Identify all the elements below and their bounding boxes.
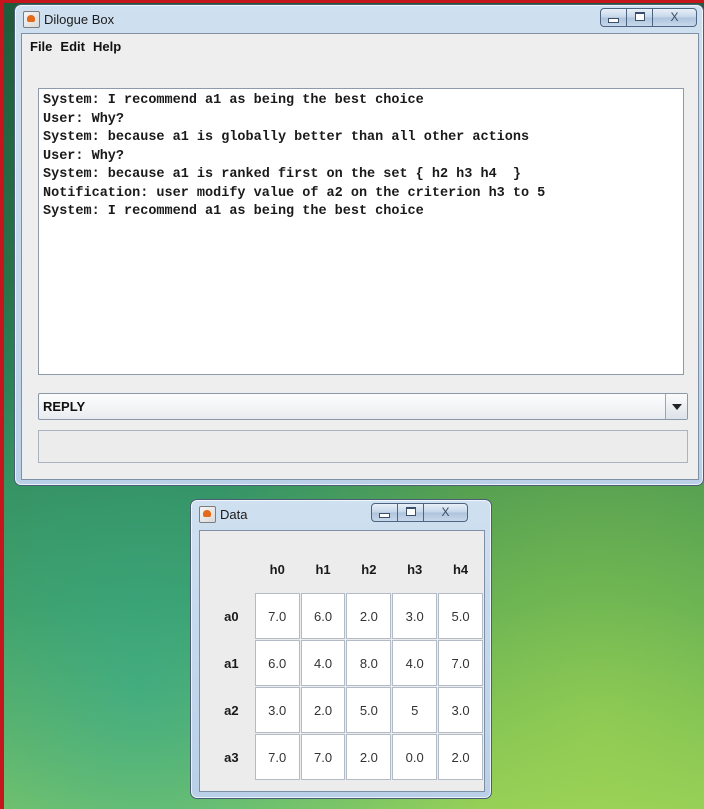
dropdown-arrow-icon[interactable] <box>665 394 687 419</box>
column-header: h3 <box>407 561 423 577</box>
reply-selected-value: REPLY <box>43 399 86 414</box>
reply-input-field[interactable] <box>38 430 688 463</box>
table-cell[interactable]: 7.0 <box>438 640 483 686</box>
table-cell[interactable]: 7.0 <box>254 734 300 780</box>
transcript-line: System: I recommend a1 as being the best… <box>43 93 424 108</box>
table-cell[interactable]: 2.0 <box>346 734 392 780</box>
transcript-line: System: because a1 is ranked first on th… <box>43 167 521 182</box>
title-bar[interactable]: Dilogue Box X <box>15 5 703 33</box>
data-client-area: h0 h1 h2 h3 h4 a0 7.0 6.0 2.0 3.0 5.0 a1… <box>199 530 485 792</box>
close-icon: X <box>670 10 679 24</box>
menu-help[interactable]: Help <box>89 39 125 54</box>
table-cell[interactable]: 7.0 <box>300 734 346 780</box>
table-cell[interactable]: 8.0 <box>346 640 392 686</box>
table-cell[interactable]: 4.0 <box>300 640 346 686</box>
minimize-icon <box>379 513 390 518</box>
dialogue-client-area: File Edit Help System: I recommend a1 as… <box>21 33 699 480</box>
table-corner <box>209 546 254 592</box>
column-header: h4 <box>452 561 469 577</box>
close-icon: X <box>441 505 450 519</box>
maximize-icon <box>634 12 645 21</box>
column-header: h1 <box>315 561 331 577</box>
table-cell[interactable]: 4.0 <box>392 640 438 686</box>
table-row: a3 7.0 7.0 2.0 0.0 2.0 <box>209 734 483 780</box>
title-bar[interactable]: Data X <box>191 500 491 528</box>
minimize-button[interactable] <box>600 8 627 27</box>
close-button[interactable]: X <box>653 8 697 27</box>
close-button[interactable]: X <box>424 503 468 522</box>
window-controls: X <box>371 503 468 522</box>
window-title: Dilogue Box <box>44 12 115 27</box>
maximize-button[interactable] <box>627 8 653 27</box>
table-cell[interactable]: 5 <box>392 687 438 733</box>
row-header: a2 <box>224 702 239 718</box>
window-title: Data <box>220 507 248 522</box>
menu-edit[interactable]: Edit <box>56 39 89 54</box>
table-cell[interactable]: 2.0 <box>438 734 483 780</box>
row-header: a3 <box>224 749 239 765</box>
menu-bar: File Edit Help <box>22 34 125 58</box>
minimize-icon <box>608 18 619 23</box>
transcript-line: Notification: user modify value of a2 on… <box>43 185 546 201</box>
table-cell[interactable]: 6.0 <box>254 640 300 686</box>
window-controls: X <box>600 8 697 27</box>
maximize-button[interactable] <box>398 503 424 522</box>
table-cell[interactable]: 2.0 <box>300 687 346 733</box>
table-row: a1 6.0 4.0 8.0 4.0 7.0 <box>209 640 483 686</box>
table-cell[interactable]: 3.0 <box>254 687 300 733</box>
transcript-line: System: I recommend a1 as being the best… <box>43 204 424 219</box>
dialogue-window: Dilogue Box X File Edit Help System: I r… <box>14 4 704 486</box>
table-row: a2 3.0 2.0 5.0 5 3.0 <box>209 687 483 733</box>
transcript-line: User: Why? <box>43 111 125 127</box>
table-cell[interactable]: 0.0 <box>392 734 438 780</box>
table-cell[interactable]: 2.0 <box>346 593 392 639</box>
table-cell[interactable]: 5.0 <box>438 593 483 639</box>
maximize-icon <box>405 507 416 516</box>
column-header: h0 <box>269 561 285 577</box>
transcript-area[interactable]: System: I recommend a1 as being the best… <box>38 88 684 375</box>
red-border-top <box>0 0 704 3</box>
red-border-left <box>0 0 4 809</box>
java-app-icon <box>23 11 40 28</box>
table-cell[interactable]: 6.0 <box>300 593 346 639</box>
reply-dropdown[interactable]: REPLY <box>38 393 688 420</box>
table-row: a0 7.0 6.0 2.0 3.0 5.0 <box>209 593 483 639</box>
column-header: h2 <box>361 561 377 577</box>
table-cell[interactable]: 7.0 <box>254 593 300 639</box>
minimize-button[interactable] <box>371 503 398 522</box>
java-app-icon <box>199 506 216 523</box>
transcript-line: System: because a1 is globally better th… <box>43 130 530 145</box>
menu-file[interactable]: File <box>26 39 56 54</box>
data-table: h0 h1 h2 h3 h4 a0 7.0 6.0 2.0 3.0 5.0 a1… <box>208 545 484 781</box>
table-cell[interactable]: 5.0 <box>346 687 392 733</box>
row-header: a1 <box>224 655 239 671</box>
transcript-line: User: Why? <box>43 148 125 164</box>
table-cell[interactable]: 3.0 <box>392 593 438 639</box>
row-header: a0 <box>224 608 239 624</box>
table-cell[interactable]: 3.0 <box>438 687 483 733</box>
data-window: Data X h0 h1 h2 h3 h4 a0 7.0 6.0 2.0 3.0 <box>190 499 492 799</box>
